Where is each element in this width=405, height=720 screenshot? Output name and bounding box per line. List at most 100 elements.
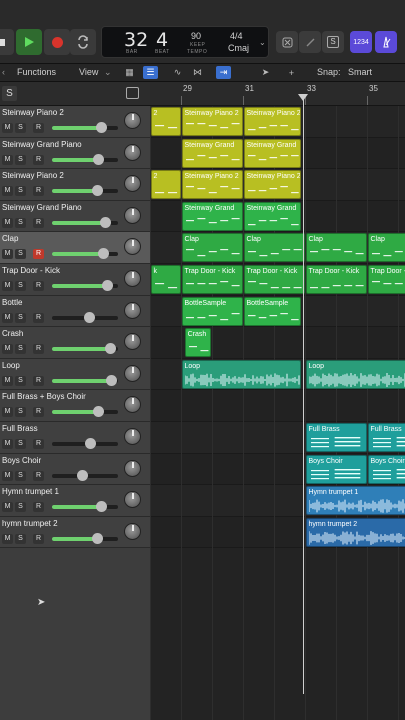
volume-handle[interactable] xyxy=(93,153,105,165)
region[interactable]: Clap xyxy=(181,233,243,263)
pan-knob[interactable] xyxy=(124,396,141,414)
pan-knob[interactable] xyxy=(124,270,141,287)
volume-handle[interactable] xyxy=(77,469,89,481)
solo-button[interactable]: S xyxy=(15,312,26,323)
track-header[interactable]: Full Brass + Boys Choir M S R xyxy=(0,390,150,422)
solo-button[interactable]: S xyxy=(15,407,26,418)
region[interactable]: Steinway Grand xyxy=(181,201,243,231)
mute-button[interactable]: M xyxy=(2,502,13,513)
volume-handle[interactable] xyxy=(95,501,107,513)
record-enable-button[interactable]: R xyxy=(33,407,44,418)
track-header[interactable]: Steinway Grand Piano M S R xyxy=(0,137,150,170)
mute-button[interactable]: M xyxy=(2,281,13,291)
region[interactable]: Loop xyxy=(305,359,405,389)
track-name[interactable]: Steinway Piano 2 xyxy=(2,171,64,180)
region[interactable]: Loop xyxy=(181,359,302,389)
tuner-button[interactable] xyxy=(299,31,321,53)
record-button[interactable] xyxy=(44,29,70,55)
mute-button[interactable]: M xyxy=(2,186,13,197)
region[interactable]: Full Brass xyxy=(367,423,405,452)
record-enable-button[interactable]: R xyxy=(33,344,44,355)
track-name[interactable]: Full Brass xyxy=(2,424,38,433)
track-header[interactable]: Hymn trumpet 1 MSR xyxy=(0,485,150,517)
region[interactable]: Steinway Piano 2 xyxy=(181,107,243,136)
region[interactable]: Clap xyxy=(243,233,305,263)
volume-slider[interactable] xyxy=(52,343,118,355)
record-enable-button[interactable]: R xyxy=(33,312,44,323)
region[interactable]: BottleSample xyxy=(243,296,302,326)
autopunch-button[interactable] xyxy=(276,31,298,53)
cycle-button[interactable] xyxy=(70,29,96,55)
track-name[interactable]: Steinway Piano 2 xyxy=(2,108,64,117)
region[interactable]: Crash xyxy=(184,328,212,358)
solo-button[interactable]: S xyxy=(15,281,26,291)
pan-knob[interactable] xyxy=(124,206,141,224)
region[interactable]: k xyxy=(150,265,181,294)
mute-button[interactable]: M xyxy=(2,470,13,481)
track-name[interactable]: Boys Choir xyxy=(2,456,41,465)
track-header[interactable]: Steinway Piano 2 MSR xyxy=(0,169,150,201)
region[interactable]: Clap xyxy=(305,233,367,263)
pan-knob[interactable] xyxy=(124,333,141,351)
record-enable-button[interactable]: R xyxy=(33,249,44,260)
region[interactable]: Steinway Grand xyxy=(181,138,243,168)
record-enable-button[interactable]: R xyxy=(33,123,44,133)
track-name[interactable]: Clap xyxy=(2,234,18,243)
lcd-display[interactable]: 32 4 BAR BEAT 90 KEEP TEMPO 4/4 Cmaj xyxy=(101,26,269,58)
pan-knob[interactable] xyxy=(124,491,141,509)
region[interactable]: Full Brass xyxy=(305,423,367,452)
go-to-beginning-button[interactable] xyxy=(0,29,14,55)
volume-slider[interactable] xyxy=(52,374,118,386)
volume-handle[interactable] xyxy=(85,438,97,449)
region[interactable]: Steinway Grand xyxy=(243,201,302,231)
record-enable-button[interactable]: R xyxy=(33,186,44,197)
region[interactable]: Hymn trumpet 1 xyxy=(305,486,405,516)
playhead[interactable] xyxy=(303,96,305,694)
arrange-area[interactable]: 2 Steinway Piano 2 Steinway Piano 2 Steinwa… xyxy=(150,106,405,720)
volume-handle[interactable] xyxy=(91,532,103,544)
catch-playhead-icon[interactable]: ⇥ xyxy=(216,66,231,79)
lcd-menu-chevron-icon[interactable]: ⌄ xyxy=(259,38,266,47)
volume-slider[interactable] xyxy=(52,501,118,513)
list-view-icon[interactable]: ☰ xyxy=(143,66,158,79)
track-name[interactable]: Steinway Grand Piano xyxy=(2,140,82,149)
volume-handle[interactable] xyxy=(95,122,107,133)
solo-button[interactable]: S xyxy=(15,375,26,386)
track-name[interactable]: Crash xyxy=(2,329,23,338)
region[interactable]: Clap xyxy=(367,233,405,263)
record-enable-button[interactable]: R xyxy=(33,217,44,228)
add-track-icon[interactable] xyxy=(126,87,139,99)
mute-button[interactable]: M xyxy=(2,439,13,449)
solo-button[interactable]: S xyxy=(15,154,26,165)
solo-button[interactable]: S xyxy=(15,502,26,513)
view-menu[interactable]: View xyxy=(79,67,98,77)
region[interactable]: Steinway Piano 2 xyxy=(181,170,243,200)
pan-knob[interactable] xyxy=(124,428,141,445)
region[interactable]: Trap Door - Kick xyxy=(181,265,243,294)
pan-knob[interactable] xyxy=(124,522,141,540)
track-header[interactable]: hymn trumpet 2 MSR xyxy=(0,516,150,549)
volume-slider[interactable] xyxy=(52,216,118,228)
solo-button[interactable]: S xyxy=(15,533,26,544)
record-enable-button[interactable]: R xyxy=(33,154,44,165)
track-name[interactable]: Trap Door - Kick xyxy=(2,266,60,275)
volume-handle[interactable] xyxy=(93,406,105,418)
region[interactable]: Trap Door - Kick xyxy=(243,265,305,294)
flex-icon[interactable]: ⋈ xyxy=(190,66,205,79)
mute-button[interactable]: M xyxy=(2,123,13,133)
track-header[interactable]: Loop M S R xyxy=(0,358,150,391)
region[interactable]: 2 xyxy=(150,107,181,136)
volume-slider[interactable] xyxy=(52,438,118,449)
volume-slider[interactable] xyxy=(52,532,118,544)
solo-button[interactable]: S xyxy=(15,344,26,355)
mute-button[interactable]: M xyxy=(2,375,13,386)
mute-button[interactable]: M xyxy=(2,533,13,544)
track-name[interactable]: Bottle xyxy=(2,298,22,307)
volume-handle[interactable] xyxy=(102,280,114,291)
mute-button[interactable]: M xyxy=(2,407,13,418)
mute-button[interactable]: M xyxy=(2,312,13,323)
track-name[interactable]: Steinway Grand Piano xyxy=(2,203,82,212)
record-enable-button[interactable]: R xyxy=(33,439,44,449)
volume-slider[interactable] xyxy=(52,153,118,165)
pan-knob[interactable] xyxy=(124,301,141,319)
